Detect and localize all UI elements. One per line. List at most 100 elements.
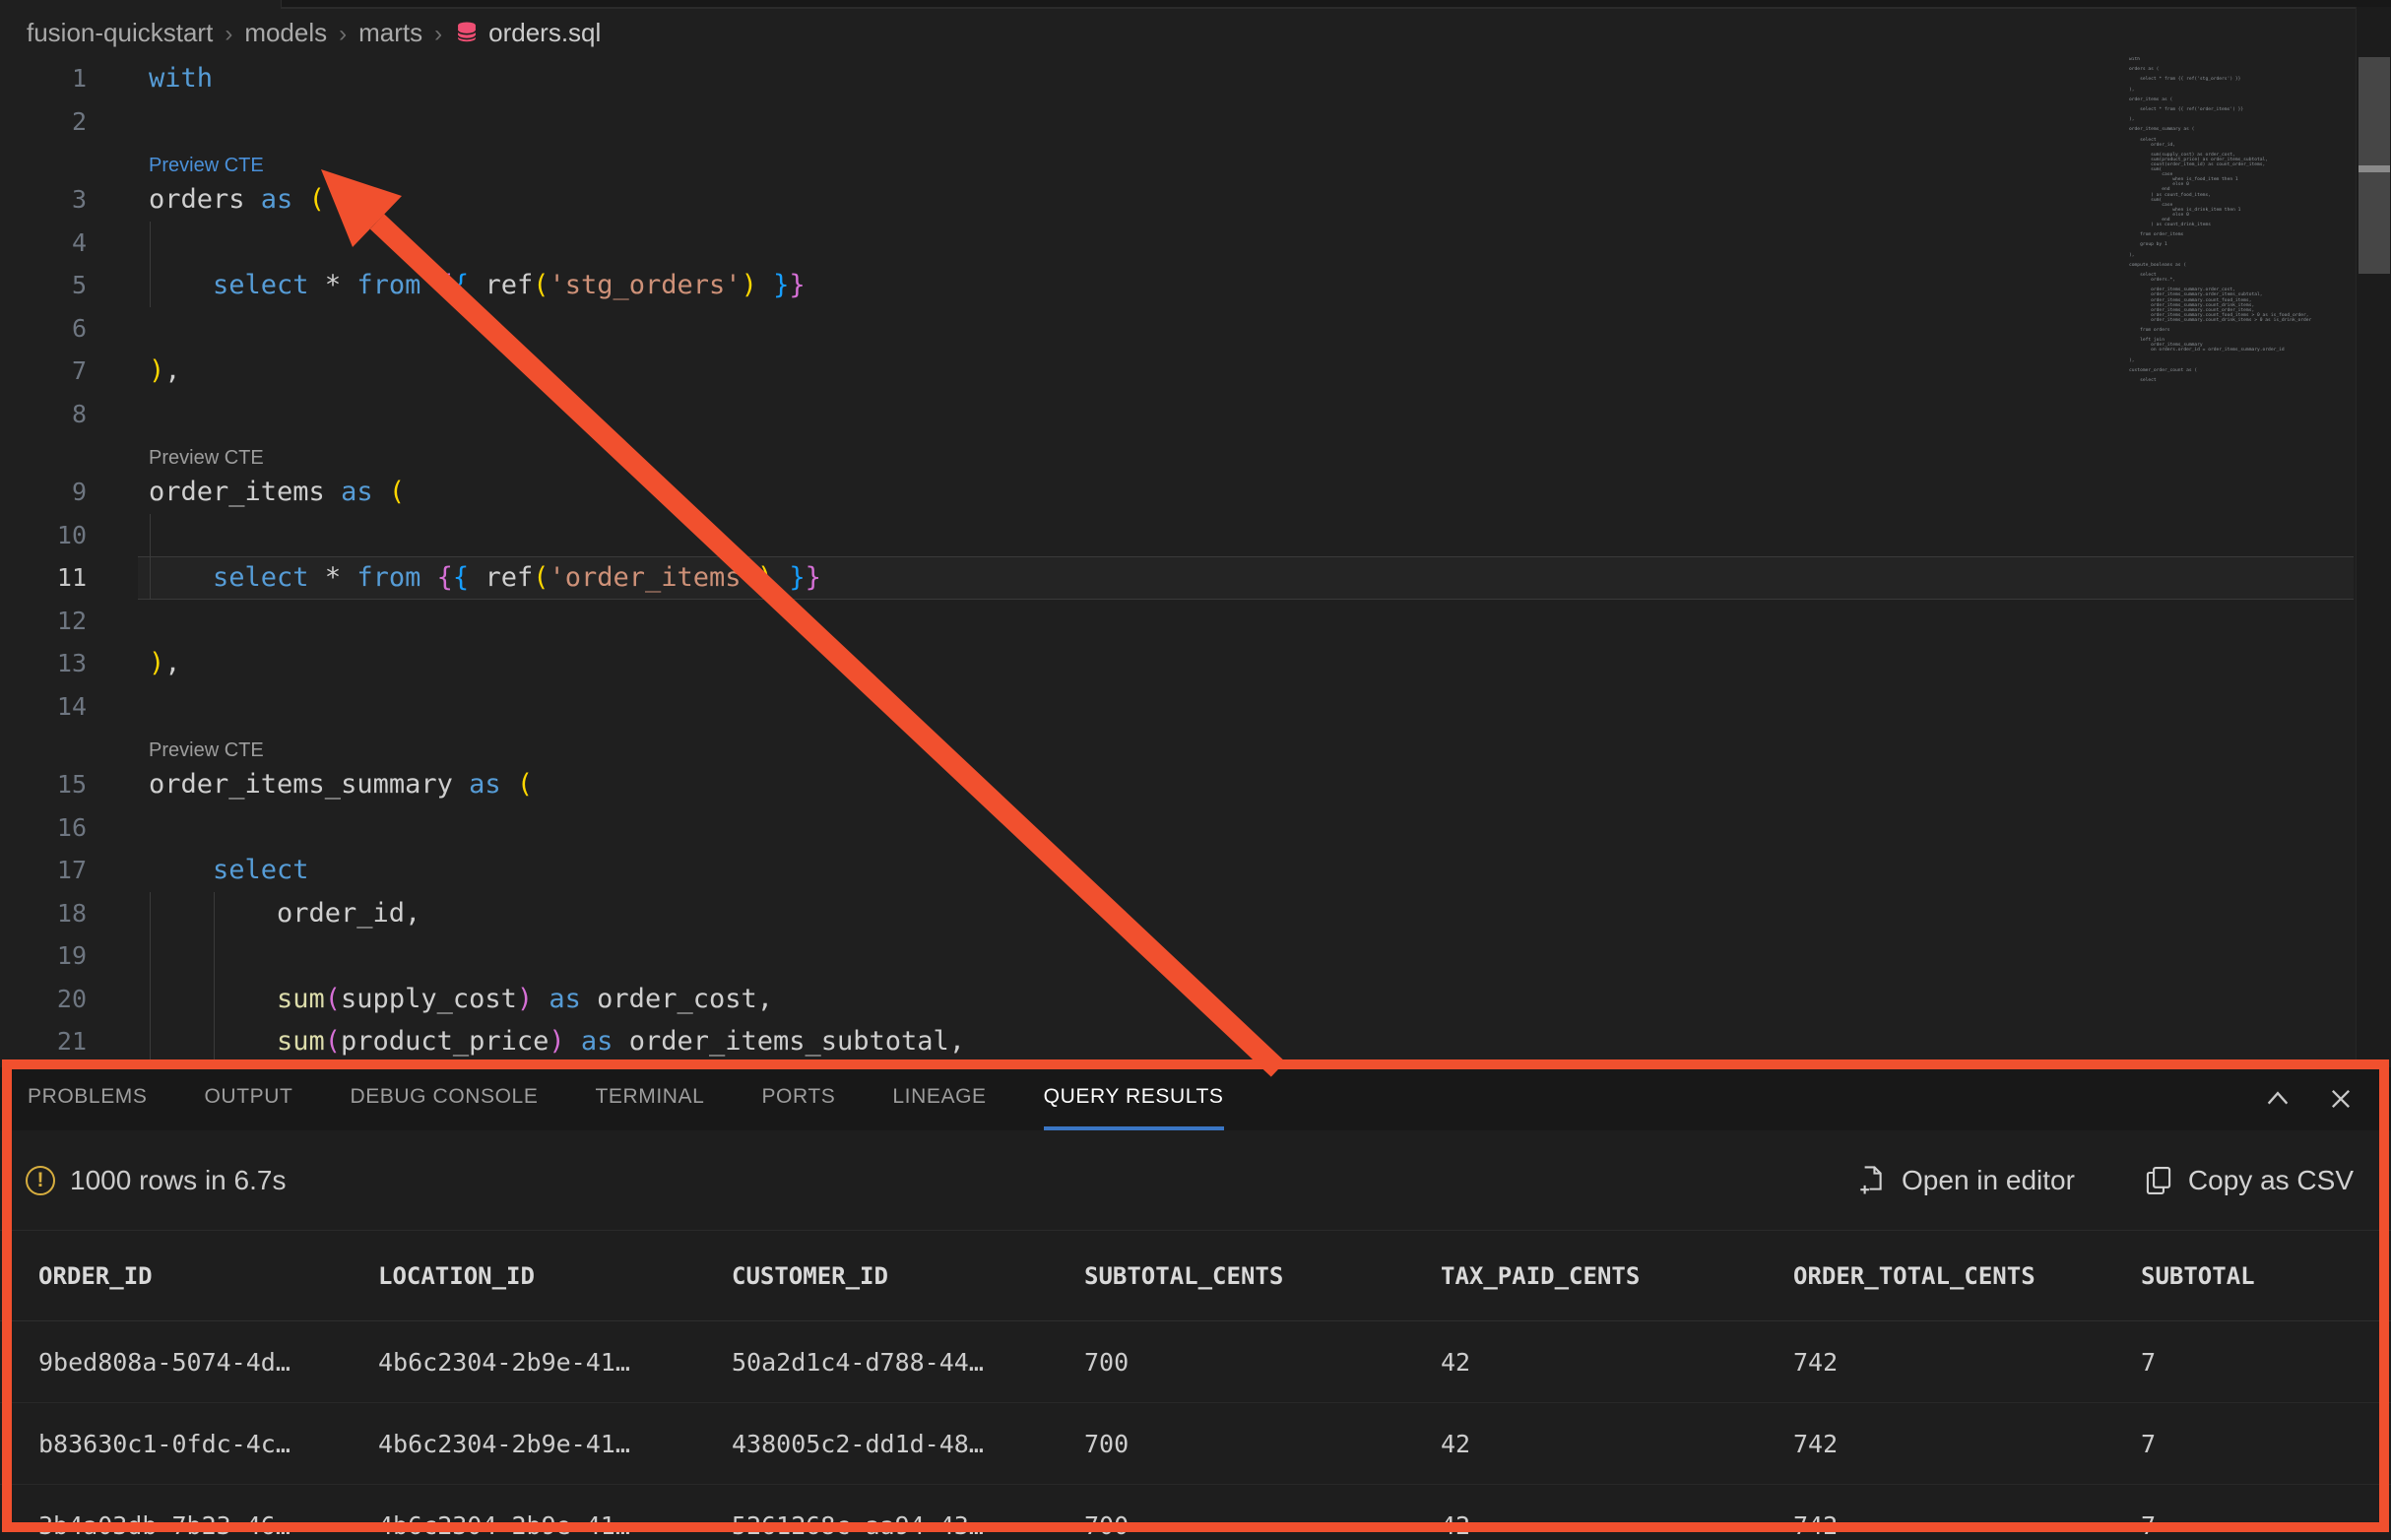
panel-tab-bar: PROBLEMS OUTPUT DEBUG CONSOLE TERMINAL PORTS… <box>0 1067 2391 1130</box>
table-cell: 7 <box>2141 1348 2391 1377</box>
code-line: 21 sum(product_price) as order_items_subt… <box>0 1020 2391 1063</box>
action-label: Open in editor <box>1902 1165 2075 1196</box>
panel-tab-ports[interactable]: PORTS <box>761 1067 835 1130</box>
indent-guide <box>214 934 215 978</box>
table-cell: 42 <box>1441 1430 1793 1458</box>
panel-tab-debug-console[interactable]: DEBUG CONSOLE <box>350 1067 538 1130</box>
editor-scrollbar[interactable] <box>2356 7 2391 1059</box>
table-row[interactable]: b83630c1-0fdc-4c…4b6c2304-2b9e-41…438005… <box>0 1403 2391 1485</box>
code-line: 1with <box>0 57 2391 100</box>
panel-tab-problems[interactable]: PROBLEMS <box>28 1067 148 1130</box>
code-line: 17select <box>0 849 2391 892</box>
chevron-up-icon <box>2264 1085 2292 1113</box>
warning-circle-icon: ! <box>26 1166 55 1195</box>
line-number: 12 <box>0 607 87 635</box>
query-status: ! 1000 rows in 6.7s <box>26 1165 286 1196</box>
table-cell: 742 <box>1793 1511 2141 1540</box>
copy-icon <box>2144 1165 2173 1196</box>
line-number: 6 <box>0 314 87 343</box>
action-label: Copy as CSV <box>2188 1165 2354 1196</box>
preview-cte-codelens[interactable]: Preview CTE <box>149 155 264 177</box>
breadcrumb-separator: › <box>339 21 347 47</box>
table-cell: 42 <box>1441 1511 1793 1540</box>
column-header-subtotal_cents[interactable]: SUBTOTAL_CENTS <box>1084 1262 1441 1290</box>
code-text: sum(supply_cost) as order_cost, <box>149 984 773 1014</box>
line-number: 16 <box>0 813 87 842</box>
codelens-row: Preview CTE <box>0 435 2391 471</box>
code-line: 8 <box>0 393 2391 436</box>
panel-tab-query-results[interactable]: QUERY RESULTS <box>1044 1067 1224 1130</box>
line-number: 7 <box>0 356 87 385</box>
table-cell: 42 <box>1441 1348 1793 1377</box>
column-header-location_id[interactable]: LOCATION_ID <box>378 1262 732 1290</box>
bottom-panel: PROBLEMS OUTPUT DEBUG CONSOLE TERMINAL PORTS… <box>0 1067 2391 1540</box>
line-number: 21 <box>0 1027 87 1056</box>
table-row[interactable]: 3b4a03db-7b23-46…4b6c2304-2b9e-41…526126… <box>0 1485 2391 1540</box>
database-model-icon <box>454 20 480 45</box>
code-text: select <box>149 855 309 885</box>
code-text: sum(product_price) as order_items_subtot… <box>149 1026 965 1057</box>
open-in-editor-button[interactable]: Open in editor <box>1857 1165 2075 1196</box>
table-cell: 5261268c-aa94-43… <box>732 1511 1084 1540</box>
copy-as-csv-button[interactable]: Copy as CSV <box>2144 1165 2354 1196</box>
preview-cte-codelens[interactable]: Preview CTE <box>149 739 264 762</box>
maximize-panel-button[interactable] <box>2263 1084 2293 1114</box>
table-header-row: ORDER_IDLOCATION_IDCUSTOMER_IDSUBTOTAL_C… <box>0 1231 2391 1321</box>
code-line: 19 <box>0 934 2391 978</box>
line-number: 9 <box>0 478 87 506</box>
table-cell: 4b6c2304-2b9e-41… <box>378 1511 732 1540</box>
table-cell: 700 <box>1084 1348 1441 1377</box>
column-header-order_id[interactable]: ORDER_ID <box>38 1262 378 1290</box>
preview-cte-codelens[interactable]: Preview CTE <box>149 447 264 470</box>
code-line: 10 <box>0 514 2391 557</box>
code-line: 9 order_items as ( <box>0 471 2391 514</box>
code-lines: 1with2Preview CTE3orders as (45select * … <box>0 57 2391 1063</box>
breadcrumb-item[interactable]: fusion-quickstart <box>27 18 213 47</box>
column-header-tax_paid_cents[interactable]: TAX_PAID_CENTS <box>1441 1262 1793 1290</box>
line-number: 15 <box>0 770 87 799</box>
code-editor[interactable]: 1with2Preview CTE3orders as (45select * … <box>0 57 2391 1061</box>
code-line: 12 <box>0 600 2391 643</box>
minimap-code: with orders as ( select * from {{ ref('s… <box>2129 57 2356 382</box>
line-number: 14 <box>0 692 87 721</box>
table-cell: 742 <box>1793 1430 2141 1458</box>
table-cell: 700 <box>1084 1430 1441 1458</box>
code-text: orders as ( <box>149 184 325 215</box>
cursor-position-marker <box>2359 165 2390 172</box>
table-cell: 9bed808a-5074-4d… <box>38 1348 378 1377</box>
active-tab-edge <box>0 0 282 9</box>
table-cell: 3b4a03db-7b23-46… <box>38 1511 378 1540</box>
column-header-customer_id[interactable]: CUSTOMER_ID <box>732 1262 1084 1290</box>
code-text: order_items as ( <box>149 477 405 507</box>
line-number: 20 <box>0 985 87 1013</box>
line-number: 10 <box>0 521 87 549</box>
line-number: 18 <box>0 899 87 928</box>
panel-tab-terminal[interactable]: TERMINAL <box>595 1067 704 1130</box>
column-header-order_total_cents[interactable]: ORDER_TOTAL_CENTS <box>1793 1262 2141 1290</box>
code-text: ), <box>149 355 181 386</box>
table-cell: 700 <box>1084 1511 1441 1540</box>
close-icon <box>2327 1085 2355 1113</box>
code-text: select * from {{ ref('order_items') }} <box>149 562 821 593</box>
panel-tab-output[interactable]: OUTPUT <box>205 1067 293 1130</box>
column-header-subtotal[interactable]: SUBTOTAL <box>2141 1262 2391 1290</box>
code-line: 14 <box>0 685 2391 729</box>
code-line: 16 <box>0 806 2391 850</box>
code-line: 20 sum(supply_cost) as order_cost, <box>0 978 2391 1021</box>
code-line: 5select * from {{ ref('stg_orders') }} <box>0 264 2391 307</box>
result-actions: Open in editor Copy as CSV <box>1857 1165 2354 1196</box>
minimap[interactable]: with orders as ( select * from {{ ref('s… <box>2129 57 2356 382</box>
breadcrumb-file[interactable]: orders.sql <box>488 18 601 48</box>
breadcrumb-item[interactable]: marts <box>358 18 422 47</box>
codelens-row: Preview CTE <box>0 143 2391 178</box>
table-row[interactable]: 9bed808a-5074-4d…4b6c2304-2b9e-41…50a2d1… <box>0 1321 2391 1403</box>
table-cell: 742 <box>1793 1348 2141 1377</box>
breadcrumb-item[interactable]: models <box>244 18 327 47</box>
table-cell: 4b6c2304-2b9e-41… <box>378 1430 732 1458</box>
panel-tab-lineage[interactable]: LINEAGE <box>892 1067 986 1130</box>
tab-bar-edge <box>0 0 2391 9</box>
indent-guide <box>150 934 151 978</box>
indent-guide <box>150 514 151 557</box>
table-cell: 438005c2-dd1d-48… <box>732 1430 1084 1458</box>
close-panel-button[interactable] <box>2326 1084 2356 1114</box>
